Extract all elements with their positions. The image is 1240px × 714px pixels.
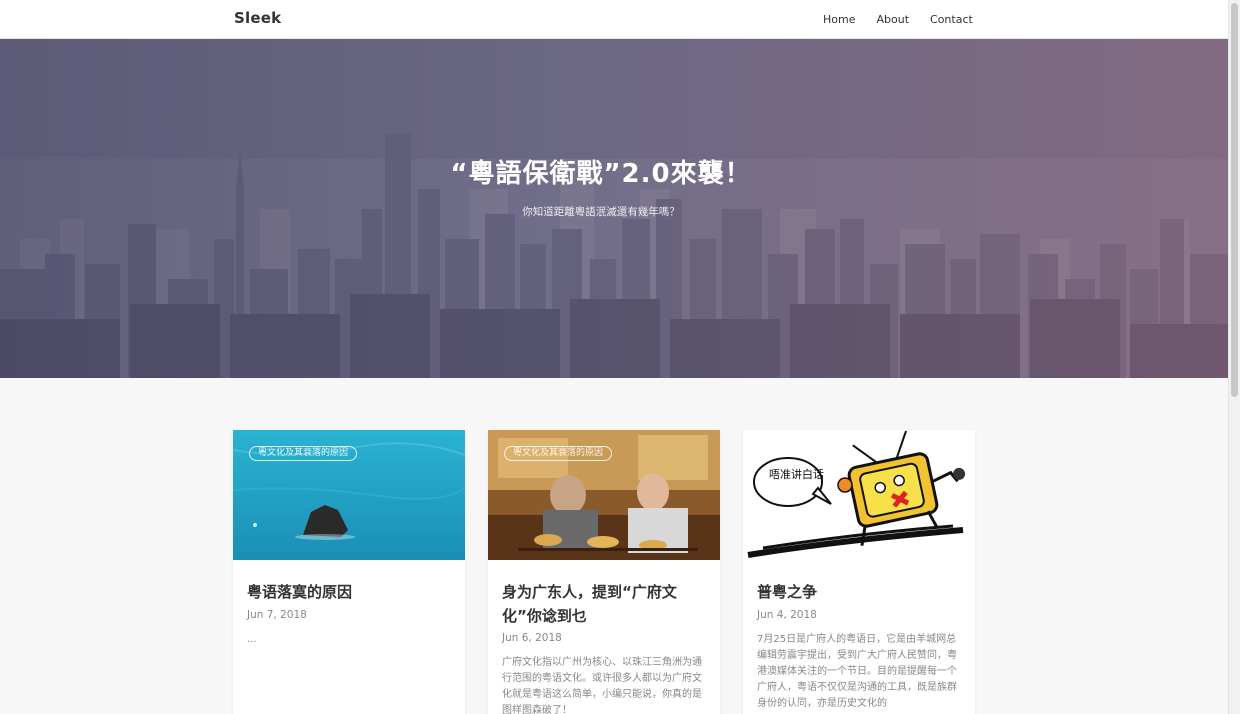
post-card[interactable]: 唔准讲白话 普粤之争 Jun 4, 2018 7月25日是广府人的粤语日，它是由…: [743, 430, 975, 714]
post-title[interactable]: 身为广东人，提到“广府文化”你谂到乜: [502, 580, 706, 628]
brand-logo[interactable]: Sleek: [234, 9, 281, 27]
post-title[interactable]: 粤语落寞的原因: [247, 580, 451, 604]
nav-home-link[interactable]: Home: [823, 13, 855, 26]
nav-links: Home About Contact: [823, 13, 994, 26]
post-image-dim-sum[interactable]: 粵文化及其衰落的原因: [488, 430, 720, 560]
post-excerpt: ...: [247, 634, 257, 645]
post-date: Jun 4, 2018: [757, 609, 817, 621]
scrollbar-thumb[interactable]: [1231, 3, 1238, 397]
post-excerpt: 7月25日是广府人的粤语日，它是由羊城网总编辑劳震宇提出，受到广大广府人民赞同，…: [757, 634, 957, 709]
post-tag[interactable]: 粵文化及其衰落的原因: [249, 446, 358, 461]
sign-text: 唔准讲白话: [769, 467, 824, 481]
nav-contact-link[interactable]: Contact: [930, 13, 973, 26]
page-scrollbar[interactable]: [1228, 0, 1240, 714]
post-title[interactable]: 普粤之争: [757, 580, 961, 604]
navbar: Sleek Home About Contact: [0, 0, 1228, 39]
post-tag[interactable]: 粵文化及其衰落的原因: [504, 446, 613, 461]
post-date: Jun 6, 2018: [502, 632, 562, 644]
hero-title: “粵語保衛戰”2.0來襲！: [450, 159, 752, 189]
hero-banner: “粵語保衛戰”2.0來襲！ 你知道距離粵語泯滅還有幾年嗎？: [0, 39, 1228, 378]
post-image-cartoon-tv[interactable]: 唔准讲白话: [743, 430, 975, 560]
post-image-sea-rock[interactable]: 粵文化及其衰落的原因: [233, 430, 465, 560]
post-excerpt: 广府文化指以广州为核心、以珠江三角洲为通行范围的粤语文化。或许很多人都以为广府文…: [502, 657, 702, 714]
post-card[interactable]: 粵文化及其衰落的原因 身为广东人，提到“广府文化”你谂到乜 Jun 6, 201…: [488, 430, 720, 714]
nav-about-link[interactable]: About: [876, 13, 909, 26]
hero-subtitle: 你知道距離粵語泯滅還有幾年嗎？: [522, 206, 680, 218]
post-date: Jun 7, 2018: [247, 609, 307, 621]
post-card[interactable]: 粵文化及其衰落的原因 粤语落寞的原因 Jun 7, 2018 ...: [233, 430, 465, 714]
